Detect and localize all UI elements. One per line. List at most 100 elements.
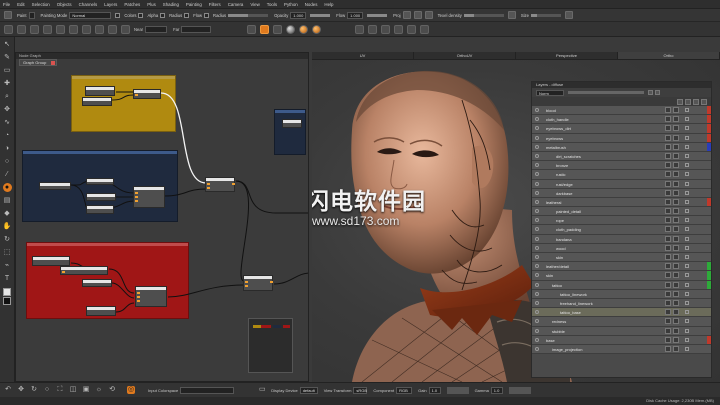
node-merge-yellow[interactable] (133, 89, 161, 99)
visibility-eye-icon[interactable] (535, 236, 539, 241)
layer-lock-checkbox[interactable] (685, 153, 689, 158)
alpha-checkbox[interactable] (138, 12, 144, 18)
layer-lock-checkbox[interactable] (685, 163, 689, 168)
menu-item-view[interactable]: View (250, 2, 259, 7)
layer-row[interactable]: eyebrows_dirt (532, 124, 711, 134)
visibility-eye-icon[interactable] (535, 255, 539, 259)
material-sphere-icon[interactable] (312, 24, 322, 34)
mask-icon[interactable] (413, 11, 422, 19)
visibility-eye-icon[interactable] (535, 117, 539, 122)
light-view-icon[interactable]: ☼ (95, 386, 103, 394)
node-paint-red-2[interactable] (60, 266, 108, 275)
layer-row[interactable]: image_projection (532, 344, 711, 355)
select-patches-icon[interactable] (394, 24, 404, 34)
visibility-eye-icon[interactable] (535, 209, 539, 214)
visibility-eye-icon[interactable] (535, 346, 539, 351)
visibility-eye-icon[interactable] (535, 282, 539, 287)
layer-row[interactable]: freehand_linework (532, 298, 711, 309)
layer-row[interactable]: rust/edge (532, 179, 711, 189)
select-tool-icon[interactable]: ↖ (3, 40, 12, 49)
paint-through-icon[interactable] (260, 24, 270, 34)
tumble-view-icon[interactable]: ↻ (30, 386, 38, 394)
layer-row[interactable]: rope (532, 216, 711, 226)
layer-lock-checkbox[interactable] (685, 346, 689, 351)
menu-item-patches[interactable]: Patches (124, 2, 140, 7)
layer-row[interactable]: tattoo_base (532, 308, 711, 318)
duplicate-layer-icon[interactable] (693, 98, 699, 105)
near-clip-icon[interactable] (121, 24, 130, 34)
menu-item-painting[interactable]: Painting (186, 2, 202, 7)
radius2-checkbox[interactable] (204, 12, 210, 18)
layer-lock-checkbox[interactable] (685, 227, 689, 232)
wireframe-icon[interactable] (56, 24, 65, 34)
gradient-tool-icon[interactable]: ▤ (3, 196, 12, 205)
layer-opacity-slider[interactable] (568, 91, 644, 94)
blur-tool-icon[interactable]: ◔ (3, 131, 12, 140)
projection-icon[interactable] (402, 11, 411, 19)
shaded-sphere-icon[interactable] (286, 24, 296, 34)
layer-row[interactable]: cloth_handle (532, 115, 711, 125)
layer-lock-checkbox[interactable] (685, 172, 689, 177)
visibility-eye-icon[interactable] (535, 337, 539, 342)
mask-view-icon[interactable] (420, 24, 430, 34)
input-colorspace-select[interactable] (180, 386, 235, 394)
sep-icon[interactable] (273, 24, 283, 34)
visibility-eye-icon[interactable] (535, 227, 539, 232)
visibility-eye-icon[interactable] (535, 273, 539, 278)
grid-icon[interactable] (43, 24, 52, 34)
tab-perspective[interactable]: Perspective (516, 52, 618, 59)
blend-mode-select[interactable]: Norm (536, 89, 564, 96)
rotate-view-icon[interactable]: ↶ (4, 386, 12, 394)
size-slider[interactable] (530, 13, 561, 17)
marquee-tool-icon[interactable]: ⬚ (3, 248, 12, 257)
frame-view-icon[interactable]: ⛶ (56, 386, 64, 394)
layer-row[interactable]: leatheral (532, 197, 711, 208)
layer-row[interactable]: blood (532, 106, 711, 116)
layer-row[interactable]: tattoo (532, 280, 711, 290)
texel-icon[interactable] (507, 11, 516, 19)
paint-buffer-icon[interactable]: ● (2, 183, 12, 192)
node-paint-red-3[interactable] (82, 279, 112, 287)
paint-swatch[interactable] (28, 11, 35, 19)
lasso-tool-icon[interactable]: ⌁ (3, 261, 12, 270)
lock-icon[interactable] (564, 11, 573, 19)
flow-slider[interactable] (367, 13, 388, 17)
dodge-tool-icon[interactable]: ◑ (3, 144, 12, 153)
transform-icon[interactable] (368, 24, 378, 34)
eyedropper-tool-icon[interactable]: ⁄ (3, 170, 12, 179)
radius-checkbox[interactable] (160, 12, 166, 18)
visibility-eye-icon[interactable] (535, 218, 539, 223)
layer-row[interactable]: stubble (532, 326, 711, 336)
opacity-slider[interactable] (310, 13, 331, 17)
color-management-icon[interactable]: ◎ (127, 386, 135, 394)
visibility-eye-icon[interactable] (535, 190, 539, 195)
light-icon[interactable] (247, 24, 257, 34)
layer-row[interactable]: eyebrows (532, 133, 711, 143)
layer-lock-checkbox[interactable] (685, 135, 689, 140)
layer-lock-checkbox[interactable] (685, 126, 689, 131)
layer-row[interactable]: dirt_scratches (532, 151, 711, 162)
paint-mode-select[interactable]: Normal (69, 11, 112, 19)
layer-lock-checkbox[interactable] (685, 310, 689, 315)
fit-view-icon[interactable]: ▣ (82, 386, 90, 394)
visibility-eye-icon[interactable] (535, 108, 539, 112)
menu-item-nodes[interactable]: Nodes (305, 2, 318, 7)
tab-ortho-uv[interactable]: OrthoUV (414, 52, 516, 59)
flow-field[interactable]: 1.000 (347, 11, 364, 19)
visibility-eye-icon[interactable] (535, 291, 539, 296)
move-tool-icon[interactable]: ✥ (3, 105, 12, 114)
tab-ortho[interactable]: Ortho (618, 52, 720, 59)
layer-lock-checkbox[interactable] (685, 328, 689, 333)
clone-tool-icon[interactable]: ✚ (3, 79, 12, 88)
menu-item-layers[interactable]: Layers (104, 2, 117, 7)
background-color-swatch[interactable] (3, 297, 11, 305)
paint-tool-icon[interactable]: ✎ (3, 53, 12, 62)
layer-row[interactable]: leather/detail (532, 262, 711, 272)
visibility-eye-icon[interactable] (535, 310, 539, 315)
view-transform-select[interactable]: sRGB (353, 386, 368, 394)
opacity-field[interactable]: 1.000 (290, 11, 307, 19)
gamma-field[interactable]: 1.0 (490, 386, 503, 394)
visibility-eye-icon[interactable] (535, 300, 539, 305)
node-merge-blue[interactable] (133, 186, 165, 208)
colors-checkbox[interactable] (115, 12, 121, 18)
